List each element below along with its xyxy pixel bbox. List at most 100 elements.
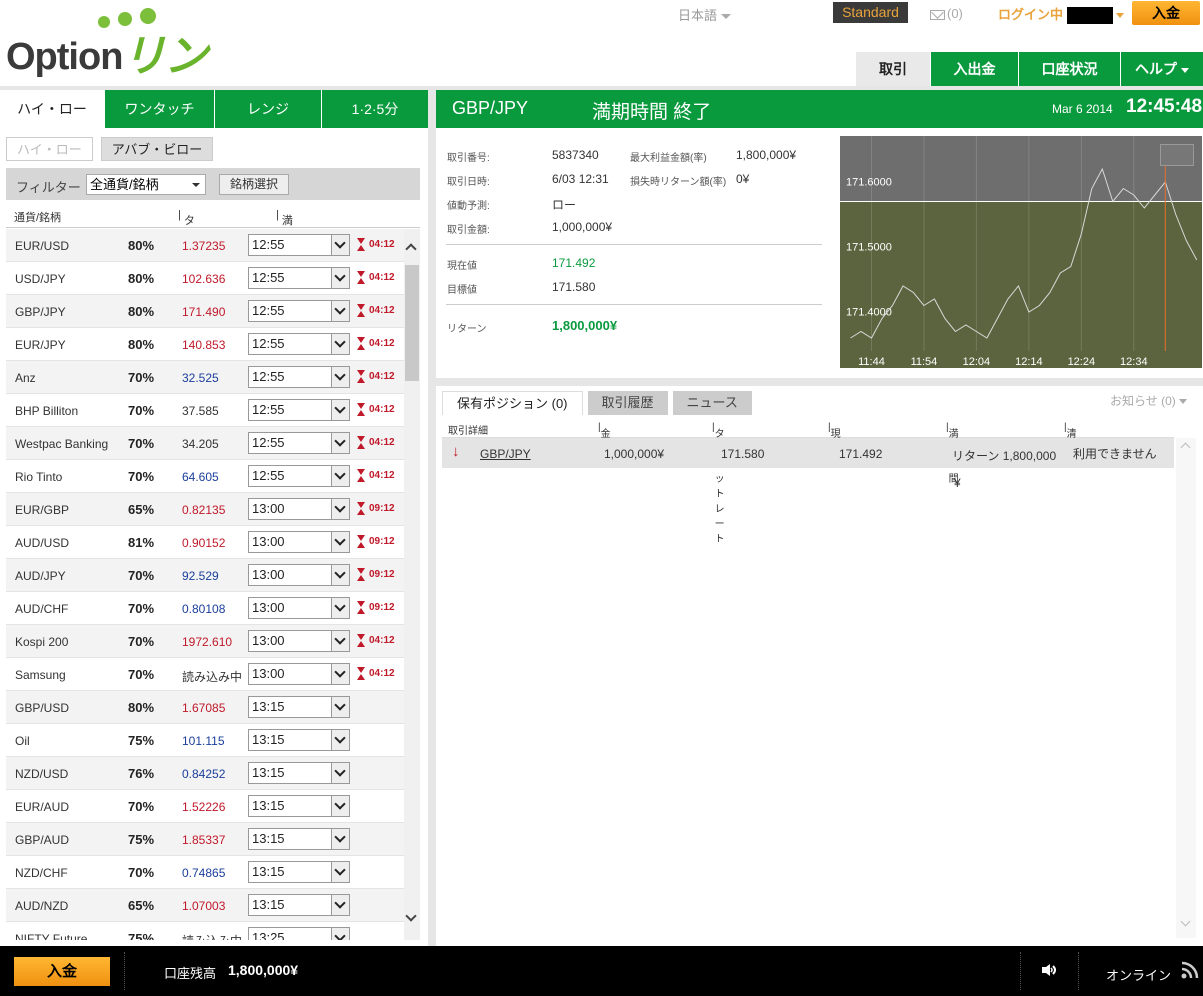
asset-row[interactable]: EUR/USD 80% 1.37235 12:55 04:12 — [6, 229, 404, 262]
tab-trade-history[interactable]: 取引履歴 — [587, 391, 668, 415]
logo[interactable]: Option リング — [6, 6, 246, 146]
expiry-select[interactable]: 13:00 — [248, 597, 350, 619]
scroll-down-icon[interactable] — [1180, 916, 1191, 927]
chevron-down-icon[interactable] — [331, 796, 349, 816]
nav-trade[interactable]: 取引 — [856, 52, 930, 86]
sound-icon[interactable] — [1040, 963, 1062, 977]
footer-deposit-button[interactable]: 入金 — [14, 957, 110, 986]
expiry-select[interactable]: 13:15 — [248, 795, 350, 817]
chevron-down-icon[interactable] — [331, 598, 349, 618]
asset-row[interactable]: USD/JPY 80% 102.636 12:55 04:12 — [6, 262, 404, 295]
chevron-down-icon[interactable] — [331, 466, 349, 486]
asset-row[interactable]: Westpac Banking 70% 34.205 12:55 04:12 — [6, 427, 404, 460]
expiry-select[interactable]: 13:00 — [248, 498, 350, 520]
asset-row[interactable]: AUD/USD 81% 0.90152 13:00 09:12 — [6, 526, 404, 559]
expiry-select[interactable]: 13:15 — [248, 861, 350, 883]
asset-row[interactable]: NZD/CHF 70% 0.74865 13:15 — [6, 856, 404, 889]
chevron-down-icon[interactable] — [331, 268, 349, 288]
select-asset-button[interactable]: 銘柄選択 — [219, 174, 289, 195]
asset-row[interactable]: Rio Tinto 70% 64.605 12:55 04:12 — [6, 460, 404, 493]
expiry-select[interactable]: 12:55 — [248, 333, 350, 355]
mail-button[interactable]: (0) — [930, 6, 963, 21]
asset-row[interactable]: Samsung 70% 読み込み中 13:00 04:12 — [6, 658, 404, 691]
scroll-down-icon[interactable] — [405, 910, 417, 922]
asset-row[interactable]: GBP/AUD 75% 1.85337 13:15 — [6, 823, 404, 856]
expiry-select[interactable]: 13:15 — [248, 696, 350, 718]
deposit-button[interactable]: 入金 — [1132, 1, 1200, 25]
language-selector[interactable]: 日本語 — [678, 5, 732, 24]
nav-deposit-withdraw[interactable]: 入出金 — [930, 52, 1018, 86]
position-pair-link[interactable]: GBP/JPY — [480, 447, 531, 461]
asset-row[interactable]: EUR/AUD 70% 1.52226 13:15 — [6, 790, 404, 823]
expiry-select[interactable]: 13:00 — [248, 531, 350, 553]
chevron-down-icon[interactable] — [331, 400, 349, 420]
expiry-select[interactable]: 12:55 — [248, 234, 350, 256]
asset-row[interactable]: EUR/JPY 80% 140.853 12:55 04:12 — [6, 328, 404, 361]
tab-open-positions[interactable]: 保有ポジション (0) — [442, 391, 583, 415]
chevron-down-icon[interactable] — [331, 730, 349, 750]
notice-dropdown[interactable]: お知らせ (0) — [1110, 392, 1188, 409]
expiry-select[interactable]: 13:15 — [248, 729, 350, 751]
login-menu[interactable]: ログイン中 — [998, 4, 1125, 25]
scroll-thumb[interactable] — [405, 265, 419, 381]
expiry-select[interactable]: 12:55 — [248, 300, 350, 322]
chevron-down-icon[interactable] — [331, 829, 349, 849]
positions-scrollbar[interactable] — [1176, 438, 1196, 938]
chevron-down-icon[interactable] — [331, 433, 349, 453]
expiry-select[interactable]: 12:55 — [248, 267, 350, 289]
chevron-down-icon[interactable] — [331, 532, 349, 552]
subtab-above-below[interactable]: アバブ・ビロー — [100, 137, 214, 161]
tab-1-2-5-min[interactable]: 1·2·5分 — [321, 90, 428, 128]
nav-account-status[interactable]: 口座状況 — [1018, 52, 1120, 86]
chevron-down-icon[interactable] — [331, 763, 349, 783]
asset-row[interactable]: GBP/JPY 80% 171.490 12:55 04:12 — [6, 295, 404, 328]
tab-news[interactable]: ニュース — [672, 391, 752, 415]
asset-row[interactable]: NIFTY Future 75% 読み込み中 13:25 — [6, 922, 404, 940]
expand-chart-icon[interactable] — [1160, 144, 1194, 166]
chevron-down-icon[interactable] — [331, 895, 349, 915]
tab-high-low[interactable]: ハイ・ロー — [0, 90, 104, 128]
expiry-select[interactable]: 13:00 — [248, 630, 350, 652]
asset-row[interactable]: Anz 70% 32.525 12:55 04:12 — [6, 361, 404, 394]
expiry-select[interactable]: 13:00 — [248, 564, 350, 586]
expiry-select[interactable]: 12:55 — [248, 465, 350, 487]
expiry-select[interactable]: 12:55 — [248, 432, 350, 454]
expiry-select[interactable]: 13:15 — [248, 828, 350, 850]
filter-select[interactable]: 全通貨/銘柄 — [86, 174, 206, 195]
tab-one-touch[interactable]: ワンタッチ — [104, 90, 214, 128]
chevron-down-icon[interactable] — [331, 334, 349, 354]
chevron-down-icon[interactable] — [331, 367, 349, 387]
asset-row[interactable]: AUD/CHF 70% 0.80108 13:00 09:12 — [6, 592, 404, 625]
tab-range[interactable]: レンジ — [214, 90, 321, 128]
asset-row[interactable]: Oil 75% 101.115 13:15 — [6, 724, 404, 757]
asset-list-scrollbar[interactable] — [404, 229, 420, 940]
chevron-down-icon[interactable] — [331, 631, 349, 651]
expiry-select[interactable]: 13:00 — [248, 663, 350, 685]
expiry-select[interactable]: 13:15 — [248, 762, 350, 784]
asset-row[interactable]: Kospi 200 70% 1972.610 13:00 04:12 — [6, 625, 404, 658]
asset-row[interactable]: GBP/USD 80% 1.67085 13:15 — [6, 691, 404, 724]
asset-row[interactable]: BHP Billiton 70% 37.585 12:55 04:12 — [6, 394, 404, 427]
expiry-select[interactable]: 13:15 — [248, 894, 350, 916]
position-row[interactable]: ↓ GBP/JPY 1,000,000¥ 171.580 171.492 リター… — [442, 438, 1174, 468]
chevron-down-icon[interactable] — [331, 928, 349, 940]
chevron-down-icon[interactable] — [331, 697, 349, 717]
chevron-down-icon[interactable] — [331, 235, 349, 255]
chevron-down-icon[interactable] — [331, 862, 349, 882]
expiry-select[interactable]: 12:55 — [248, 366, 350, 388]
expiry-select[interactable]: 13:25 — [248, 927, 350, 940]
max-profit-label: 最大利益金額(率) — [630, 153, 707, 164]
scroll-up-icon[interactable] — [1180, 442, 1191, 453]
chevron-down-icon[interactable] — [331, 301, 349, 321]
asset-row[interactable]: AUD/NZD 65% 1.07003 13:15 — [6, 889, 404, 922]
asset-row[interactable]: NZD/USD 76% 0.84252 13:15 — [6, 757, 404, 790]
chevron-down-icon[interactable] — [331, 664, 349, 684]
expiry-select[interactable]: 12:55 — [248, 399, 350, 421]
chevron-down-icon[interactable] — [331, 499, 349, 519]
subtab-high-low[interactable]: ハイ・ロー — [6, 137, 93, 161]
asset-row[interactable]: EUR/GBP 65% 0.82135 13:00 09:12 — [6, 493, 404, 526]
scroll-up-icon[interactable] — [405, 243, 417, 255]
asset-row[interactable]: AUD/JPY 70% 92.529 13:00 09:12 — [6, 559, 404, 592]
chevron-down-icon[interactable] — [331, 565, 349, 585]
nav-help[interactable]: ヘルプ — [1120, 52, 1203, 86]
